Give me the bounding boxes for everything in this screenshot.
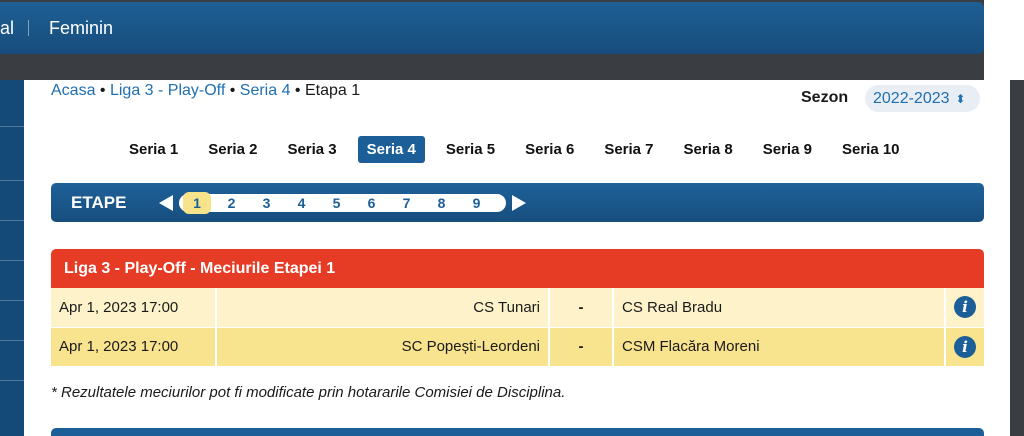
etape-number[interactable]: 1 (183, 191, 211, 214)
breadcrumb-home-link[interactable]: Acasa (51, 82, 95, 99)
series-tab[interactable]: Seria 9 (754, 136, 821, 163)
home-team[interactable]: CS Tunari (216, 288, 550, 328)
match-date: Apr 1, 2023 17:00 (51, 288, 217, 328)
chevron-up-down-icon: ⬍ (955, 91, 966, 106)
info-icon[interactable]: i (954, 335, 976, 358)
etape-number[interactable]: 7 (389, 195, 424, 211)
etape-number[interactable]: 2 (214, 195, 249, 211)
footnote: * Rezultatele meciurilor pot fi modifica… (51, 384, 566, 401)
top-navigation: al Feminin (0, 2, 984, 54)
series-tab[interactable]: Seria 4 (357, 135, 425, 163)
etape-number[interactable]: 4 (284, 195, 319, 211)
season-select[interactable]: 2022-2023 ⬍ (865, 85, 980, 112)
etape-label: ETAPE (71, 192, 127, 212)
info-icon[interactable]: i (954, 296, 976, 319)
etape-selector: 123456789 (179, 191, 506, 214)
nav-item-partial[interactable]: al (0, 18, 14, 39)
season-value: 2022-2023 (873, 89, 950, 107)
match-date: Apr 1, 2023 17:00 (51, 327, 217, 367)
season-label: Sezon (801, 89, 849, 106)
series-tab[interactable]: Seria 5 (437, 136, 504, 163)
series-tab[interactable]: Seria 6 (516, 136, 583, 163)
match-info-cell: i (945, 288, 984, 328)
nav-item-feminin[interactable]: Feminin (49, 18, 113, 39)
series-tab[interactable]: Seria 2 (199, 136, 266, 163)
series-tab[interactable]: Seria 1 (120, 136, 187, 163)
breadcrumb-series-link[interactable]: Seria 4 (240, 82, 291, 99)
previous-arrow-icon[interactable] (159, 194, 173, 211)
etape-number[interactable]: 6 (354, 195, 389, 211)
match-row: Apr 1, 2023 17:00 SC Popești-Leordeni - CSM… (51, 327, 984, 367)
series-tab[interactable]: Seria 8 (675, 136, 742, 163)
match-row: Apr 1, 2023 17:00 CS Tunari - CS Real Bradu… (51, 288, 984, 328)
sidebar (0, 80, 24, 436)
away-team[interactable]: CSM Flacăra Moreni (613, 327, 946, 367)
results-title: Liga 3 - Play-Off - Meciurile Etapei 1 (51, 249, 984, 288)
breadcrumb: Acasa • Liga 3 - Play-Off • Seria 4 • Et… (51, 82, 361, 99)
match-info-cell: i (945, 327, 984, 367)
away-team[interactable]: CS Real Bradu (613, 288, 946, 328)
match-score: - (549, 288, 614, 328)
etape-number[interactable]: 5 (319, 195, 354, 211)
match-score: - (549, 327, 614, 367)
breadcrumb-current: Etapa 1 (304, 82, 361, 99)
etape-bar: ETAPE 123456789 (51, 183, 984, 222)
next-arrow-icon[interactable] (512, 194, 526, 211)
page-background-strip (984, 0, 1024, 80)
series-tab[interactable]: Seria 10 (833, 136, 909, 163)
matches-table: Apr 1, 2023 17:00 CS Tunari - CS Real Bradu… (51, 288, 984, 367)
breadcrumb-league-link[interactable]: Liga 3 - Play-Off (110, 82, 225, 99)
series-tab[interactable]: Seria 3 (278, 136, 345, 163)
home-team[interactable]: SC Popești-Leordeni (216, 327, 550, 367)
etape-number[interactable]: 9 (459, 195, 494, 211)
next-section-bar (51, 428, 984, 436)
series-tabs: Seria 1 Seria 2 Seria 3 Seria 4 Seria 5 Seria… (120, 134, 921, 164)
etape-number[interactable]: 8 (424, 195, 459, 211)
etape-number[interactable]: 3 (249, 195, 284, 211)
series-tab[interactable]: Seria 7 (595, 136, 662, 163)
nav-separator (28, 20, 30, 36)
